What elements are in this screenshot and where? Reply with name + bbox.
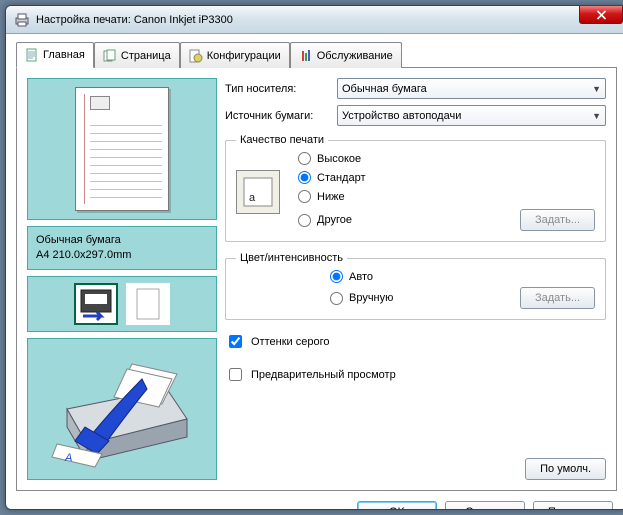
preview-page [75, 87, 169, 211]
paper-source-row: Источник бумаги: Устройство автоподачи ▼ [225, 105, 606, 126]
printer-icon [14, 12, 30, 28]
cancel-button[interactable]: Отмена [445, 501, 525, 510]
grayscale-checkbox[interactable]: Оттенки серого [225, 332, 606, 351]
tab-main-label: Главная [43, 49, 85, 61]
settings-column: Тип носителя: Обычная бумага ▼ Источник … [225, 78, 606, 480]
color-auto-option[interactable]: Авто [330, 270, 595, 283]
close-button[interactable] [579, 6, 623, 24]
tab-panel-main: Обычная бумага A4 210.0x297.0mm [16, 68, 617, 491]
print-settings-window: Настройка печати: Canon Inkjet iP3300 Гл… [5, 5, 623, 510]
tab-service-label: Обслуживание [317, 50, 393, 62]
defaults-button[interactable]: По умолч. [525, 458, 606, 480]
chevron-down-icon: ▼ [592, 111, 601, 121]
color-intensity-legend: Цвет/интенсивность [236, 252, 347, 264]
media-type-row: Тип носителя: Обычная бумага ▼ [225, 78, 606, 99]
tab-page[interactable]: Страница [94, 42, 180, 68]
preview-column: Обычная бумага A4 210.0x297.0mm [27, 78, 217, 480]
media-type-value: Обычная бумага [342, 83, 427, 95]
printer-illustration: A [27, 338, 217, 480]
quality-other-option[interactable]: Другое [298, 214, 514, 227]
dialog-footer: OK Отмена Применить [16, 491, 617, 510]
tab-page-label: Страница [121, 50, 171, 62]
media-info: Обычная бумага A4 210.0x297.0mm [27, 226, 217, 270]
paper-source-value: Устройство автоподачи [342, 110, 461, 122]
tab-main[interactable]: Главная [16, 42, 94, 68]
feed-option-auto[interactable] [74, 283, 118, 325]
color-manual-option[interactable]: Вручную [330, 292, 520, 305]
chevron-down-icon: ▼ [592, 84, 601, 94]
window-title: Настройка печати: Canon Inkjet iP3300 [36, 14, 623, 26]
quality-standard-option[interactable]: Стандарт [298, 171, 595, 184]
color-set-button[interactable]: Задать... [520, 287, 595, 309]
feed-option-manual[interactable] [126, 283, 170, 325]
ok-button[interactable]: OK [357, 501, 437, 510]
tab-config-label: Конфигурации [207, 50, 281, 62]
svg-text:a: a [249, 192, 256, 204]
config-icon [189, 49, 203, 63]
print-quality-legend: Качество печати [236, 134, 328, 146]
svg-text:A: A [64, 452, 72, 464]
media-info-type: Обычная бумага [36, 233, 208, 248]
quality-high-option[interactable]: Высокое [298, 152, 595, 165]
grayscale-label: Оттенки серого [251, 336, 329, 348]
paper-source-label: Источник бумаги: [225, 110, 329, 122]
paper-source-select[interactable]: Устройство автоподачи ▼ [337, 105, 606, 126]
document-icon [25, 48, 39, 62]
service-icon [299, 49, 313, 63]
titlebar: Настройка печати: Canon Inkjet iP3300 [6, 6, 623, 34]
print-quality-group: Качество печати a Высокое Стандарт Ниже … [225, 134, 606, 242]
tab-service[interactable]: Обслуживание [290, 42, 402, 68]
preview-checkbox[interactable]: Предварительный просмотр [225, 365, 606, 384]
page-preview [27, 78, 217, 220]
content-area: Главная Страница Конфигурации Обслуживан… [6, 34, 623, 509]
preview-label: Предварительный просмотр [251, 369, 396, 381]
media-type-select[interactable]: Обычная бумага ▼ [337, 78, 606, 99]
color-intensity-group: Цвет/интенсивность Авто Вручную Задать..… [225, 252, 606, 320]
quality-set-button[interactable]: Задать... [520, 209, 595, 231]
tab-config[interactable]: Конфигурации [180, 42, 290, 68]
quality-preview-icon: a [236, 170, 280, 214]
media-type-label: Тип носителя: [225, 83, 329, 95]
page-icon [103, 49, 117, 63]
feed-thumbnails [27, 276, 217, 332]
tab-bar: Главная Страница Конфигурации Обслуживан… [16, 42, 617, 68]
quality-low-option[interactable]: Ниже [298, 190, 595, 203]
media-info-size: A4 210.0x297.0mm [36, 248, 208, 263]
apply-button[interactable]: Применить [533, 501, 613, 510]
